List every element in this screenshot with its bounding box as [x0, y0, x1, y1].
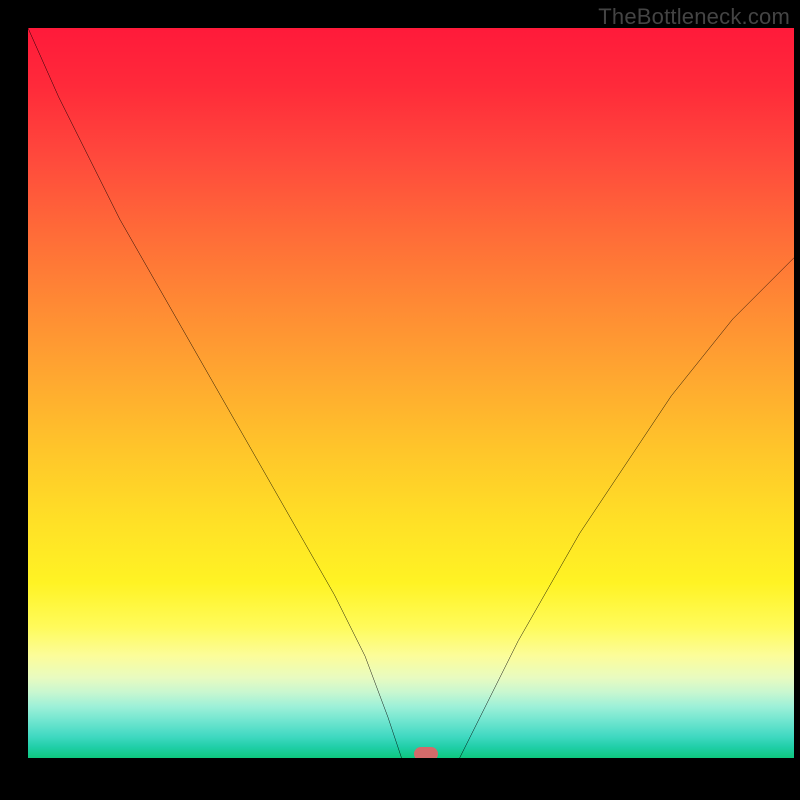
chart-curve: [28, 28, 794, 758]
watermark-text: TheBottleneck.com: [598, 4, 790, 30]
chart-plot-area: [28, 28, 794, 758]
